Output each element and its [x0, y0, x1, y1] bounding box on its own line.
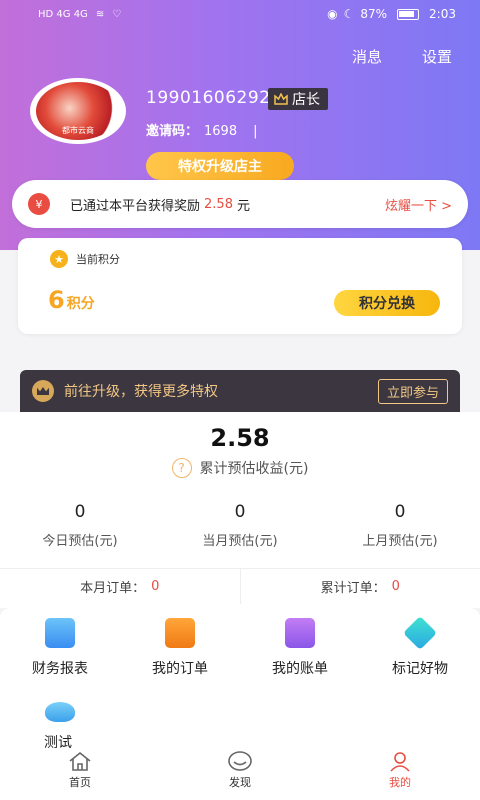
tab-discover[interactable]: 发现	[160, 750, 320, 800]
crown-icon	[32, 380, 54, 402]
role-badge: 店长	[268, 88, 328, 110]
earnings-stats: 0 今日预估(元) 0 当月预估(元) 0 上月预估(元)	[0, 502, 480, 549]
tool-label: 测试	[44, 735, 72, 751]
points-value: 6	[48, 286, 65, 314]
money-bag-icon: ¥	[28, 193, 50, 215]
upgrade-owner-button[interactable]: 特权升级店主	[146, 152, 294, 180]
store-logo: 都市云商	[36, 82, 120, 140]
points-unit: 积分	[66, 296, 95, 312]
month-orders-label: 本月订单：	[80, 581, 146, 596]
status-bar: HD 4G 4G ≋ ♡ ◉ ☾ 87% 2:03	[0, 0, 480, 28]
upgrade-banner-text: 前往升级，获得更多特权	[64, 384, 218, 400]
stat-label: 上月预估(元)	[362, 534, 438, 549]
month-orders-value: 0	[151, 579, 160, 594]
points-title: 当前积分	[76, 253, 120, 266]
battery-percent: 87%	[360, 7, 388, 21]
invite-code-row: 邀请码： 1698 |	[146, 120, 258, 139]
total-earnings-label: 累计预估收益(元)	[199, 461, 309, 477]
tool-label: 财务报表	[32, 661, 88, 677]
stat-value: 0	[234, 502, 246, 522]
reward-amount: 2.58	[204, 196, 233, 212]
tool-label: 我的订单	[152, 661, 208, 677]
profile-icon	[390, 752, 410, 772]
tab-mine[interactable]: 我的	[320, 750, 480, 800]
stat-label: 今日预估(元)	[42, 534, 118, 549]
points-exchange-button[interactable]: 积分兑换	[334, 290, 440, 316]
tool-financial-report[interactable]: 财务报表	[0, 618, 120, 678]
cloud-icon	[45, 702, 75, 722]
bottom-tab-bar: 首页 发现 我的	[0, 750, 480, 800]
tool-my-bill[interactable]: 我的账单	[240, 618, 360, 678]
stat-value: 0	[74, 502, 86, 522]
messages-link[interactable]: 消息	[352, 46, 382, 67]
battery-icon	[397, 8, 420, 20]
tab-label: 首页	[69, 776, 91, 789]
role-label: 店长	[292, 92, 320, 108]
points-card: ★ 当前积分 6 积分 积分兑换	[18, 238, 462, 334]
reward-unit: 元	[236, 198, 250, 214]
upgrade-banner[interactable]: 前往升级，获得更多特权 立即参与	[20, 370, 460, 412]
report-icon	[45, 618, 75, 648]
tools-grid: 财务报表 我的订单 我的账单 标记好物 测试	[0, 608, 480, 756]
moon-icon: ☾	[343, 7, 355, 21]
total-orders-value: 0	[391, 579, 400, 594]
wifi-icon: ≋	[95, 8, 105, 20]
invite-label: 邀请码：	[146, 124, 199, 139]
eye-icon: ◉	[327, 7, 338, 21]
avatar-caption: 都市云商	[62, 126, 94, 135]
settings-link[interactable]: 设置	[422, 46, 452, 67]
invite-code: 1698	[204, 124, 238, 139]
reward-bar: ¥ 已通过本平台获得奖励 2.58 元 炫耀一下 >	[12, 180, 468, 228]
earnings-section: 2.58 ? 累计预估收益(元) 0 今日预估(元) 0 当月预估(元) 0 上…	[0, 412, 480, 608]
home-icon	[69, 751, 91, 771]
user-phone: 19901606292	[146, 88, 271, 108]
join-now-button[interactable]: 立即参与	[377, 378, 448, 404]
tool-label: 我的账单	[272, 661, 328, 677]
tab-label: 我的	[389, 776, 411, 789]
tool-mark-goods[interactable]: 标记好物	[360, 616, 480, 678]
avatar[interactable]: 都市云商	[30, 78, 126, 144]
total-orders-label: 累计订单：	[320, 581, 386, 596]
stat-this-month: 0 当月预估(元)	[160, 502, 320, 549]
network-label: HD 4G 4G	[38, 8, 88, 20]
total-earnings-label-row: ? 累计预估收益(元)	[0, 458, 480, 478]
star-icon: ★	[50, 250, 68, 268]
stat-last-month: 0 上月预估(元)	[320, 502, 480, 549]
tool-test[interactable]: 测试	[0, 696, 120, 752]
heart-icon: ♡	[112, 8, 122, 20]
crown-icon	[274, 93, 288, 105]
tool-my-orders[interactable]: 我的订单	[120, 618, 240, 678]
clock: 2:03	[429, 7, 456, 21]
discover-icon	[228, 751, 252, 771]
tab-label: 发现	[229, 776, 251, 789]
total-earnings: 2.58	[210, 424, 270, 452]
stat-value: 0	[394, 502, 406, 522]
total-orders[interactable]: 累计订单： 0	[239, 569, 480, 604]
tool-label: 标记好物	[392, 661, 448, 677]
order-counts: 本月订单： 0 累计订单： 0	[0, 568, 480, 604]
signal-indicators: HD 4G 4G ≋ ♡	[38, 9, 121, 20]
help-icon[interactable]: ?	[171, 458, 192, 478]
points-value-row: 6 积分	[48, 286, 95, 314]
bill-icon	[285, 618, 315, 648]
reward-prefix: 已通过本平台获得奖励	[70, 198, 201, 214]
show-off-button[interactable]: 炫耀一下 >	[385, 195, 452, 214]
tab-home[interactable]: 首页	[0, 750, 160, 800]
tag-icon	[403, 616, 437, 650]
stat-label: 当月预估(元)	[202, 534, 278, 549]
orders-icon	[165, 618, 195, 648]
text-cursor: |	[253, 124, 258, 139]
month-orders[interactable]: 本月订单： 0	[0, 569, 240, 604]
stat-today: 0 今日预估(元)	[0, 502, 160, 549]
